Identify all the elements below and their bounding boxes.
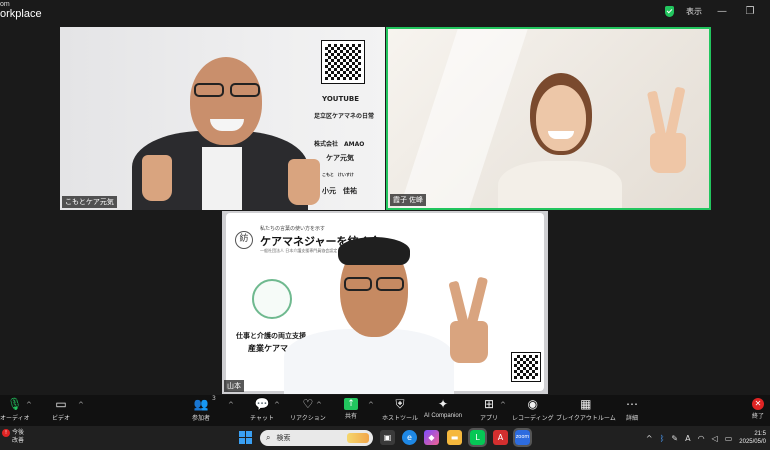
taskbar-clock[interactable]: 21:5 2025/05/0 (739, 430, 766, 446)
video-options-caret[interactable]: ^ (78, 401, 84, 409)
slide-text: 足立区ケアマネの日常 (314, 113, 375, 120)
apps-icon: ⊞ (483, 397, 495, 411)
slide-tagline: 私たちの言葉の使い方を示す (260, 226, 326, 232)
taskbar-search[interactable]: ⌕ 検索 (260, 430, 373, 446)
weather-line1: 今後 (12, 430, 25, 436)
participants-options-caret[interactable]: ^ (228, 401, 234, 409)
participants-icon: 👥 (193, 397, 209, 411)
volume-icon[interactable]: ◁ (712, 434, 718, 443)
chat-options-caret[interactable]: ^ (274, 401, 280, 409)
view-button[interactable]: 表示 (686, 6, 702, 17)
slide-emblem (252, 279, 292, 319)
weather-line2: 改善 (12, 438, 25, 444)
app-title: om orkplace (0, 1, 42, 20)
record-icon: ◉ (527, 397, 539, 411)
title-controls: 表示 — ❐ (665, 0, 770, 22)
chat-button[interactable]: 💬 チャット (250, 397, 274, 422)
acrobat-icon[interactable]: A (493, 430, 508, 445)
more-button[interactable]: ⋯ 詳細 (626, 397, 638, 422)
weather-alert-icon: ! (2, 429, 10, 437)
task-view-icon[interactable]: ▣ (380, 430, 395, 445)
slide-text: 株式会社 AMAO (314, 141, 365, 148)
zoom-app-icon[interactable]: zoom (513, 428, 532, 447)
host-tools-button[interactable]: ⛨ ホストツール (382, 397, 418, 422)
restore-button[interactable]: ❐ (742, 6, 758, 17)
breakout-grid-icon: ▦ (580, 397, 592, 411)
share-options-caret[interactable]: ^ (368, 401, 374, 409)
app-title-line2: orkplace (0, 8, 42, 20)
video-button[interactable]: ▭ ビデオ (52, 397, 70, 422)
slide-text: 仕事と介護の両立支援 (236, 332, 306, 340)
end-meeting-button[interactable]: ✕ 終了 (752, 397, 764, 420)
pen-icon[interactable]: ✎ (671, 434, 678, 443)
close-icon: ✕ (752, 398, 764, 410)
clock-time: 21:5 (754, 431, 766, 437)
slide-text: こもと けいすけ (322, 172, 354, 177)
slide-text: 小元 佳祐 (322, 187, 357, 195)
video-tile-yamamoto[interactable]: 紡 私たちの言葉の使い方を示す ケアマネジャーを紡ぐ会 一般社団法人 日本介護支… (222, 211, 548, 394)
slide-text: YOUTUBE (322, 95, 360, 103)
apps-button[interactable]: ⊞ アプリ (480, 397, 498, 422)
encryption-shield-icon[interactable] (665, 5, 674, 17)
reactions-options-caret[interactable]: ^ (316, 401, 322, 409)
share-arrow-icon: ↑ (344, 398, 358, 410)
slide-text: ケア元気 (326, 154, 354, 162)
participants-count: 3 (212, 395, 216, 402)
shield-icon: ⛨ (395, 397, 405, 411)
weather-widget[interactable]: ! 今後 改善 (2, 429, 24, 445)
chat-icon: 💬 (254, 397, 270, 411)
qr-code (321, 40, 365, 84)
breakout-rooms-button[interactable]: ▦ ブレイクアウトルーム (556, 397, 616, 422)
participant-name: 霞子 佐峰 (390, 194, 426, 206)
slide-text: 産業ケアマ (248, 344, 288, 353)
qr-code (511, 352, 541, 382)
clock-date: 2025/05/0 (739, 439, 766, 445)
app-title-line1: om (0, 1, 10, 8)
ai-companion-button[interactable]: ✦ AI Companion (424, 397, 462, 419)
title-bar: om orkplace 表示 — ❐ (0, 0, 770, 24)
slide-subtitle: 一般社団法人 日本介護支援専門員協会認定 (260, 248, 338, 253)
windows-start-icon[interactable] (239, 431, 252, 444)
battery-icon[interactable]: ▭ (725, 434, 733, 443)
slide-logo: 紡 (235, 231, 253, 249)
copilot-icon[interactable]: ◆ (424, 430, 439, 445)
camera-icon: ▭ (55, 397, 67, 411)
search-placeholder: 検索 (276, 435, 291, 442)
more-dots-icon: ⋯ (626, 397, 638, 411)
search-highlight-icon (347, 433, 369, 443)
participant-name: こもとケア元気 (62, 196, 117, 208)
recording-button[interactable]: ◉ レコーディング (512, 397, 554, 422)
audio-options-caret[interactable]: ^ (26, 401, 32, 409)
share-button[interactable]: ↑ 共有 (344, 397, 358, 420)
meeting-toolbar: 🎙 オーディオ ^ ▭ ビデオ ^ 👥 参加者 3 ^ 💬 チャット ^ ♡ リ… (0, 395, 770, 426)
line-app-icon[interactable]: L (468, 428, 487, 447)
participant-name: 山本 (224, 380, 244, 392)
microphone-icon: 🎙 (7, 397, 23, 411)
participants-button[interactable]: 👥 参加者 (192, 397, 210, 422)
search-icon: ⌕ (266, 433, 271, 442)
chevron-up-icon[interactable]: ^ (646, 434, 653, 443)
video-tile-kocare[interactable]: YOUTUBE 足立区ケアマネの日常 株式会社 AMAO ケア元気 こもと けい… (60, 27, 385, 210)
edge-browser-icon[interactable]: e (402, 430, 417, 445)
windows-taskbar: ! 今後 改善 ⌕ 検索 ▣ e ◆ ▬ L A zoom ^ ᛒ ✎ A ◠ … (0, 426, 770, 450)
bluetooth-icon[interactable]: ᛒ (660, 434, 665, 443)
system-tray: ^ ᛒ ✎ A ◠ ◁ ▭ 21:5 2025/05/0 (646, 426, 770, 450)
apps-options-caret[interactable]: ^ (500, 401, 506, 409)
video-tile-sahou[interactable]: 霞子 佐峰 (386, 27, 711, 210)
file-explorer-icon[interactable]: ▬ (447, 430, 462, 445)
sparkle-icon: ✦ (437, 397, 449, 411)
heart-icon: ♡ (302, 397, 314, 411)
wifi-icon[interactable]: ◠ (698, 434, 705, 443)
minimize-button[interactable]: — (714, 6, 730, 17)
ime-indicator[interactable]: A (685, 434, 690, 443)
